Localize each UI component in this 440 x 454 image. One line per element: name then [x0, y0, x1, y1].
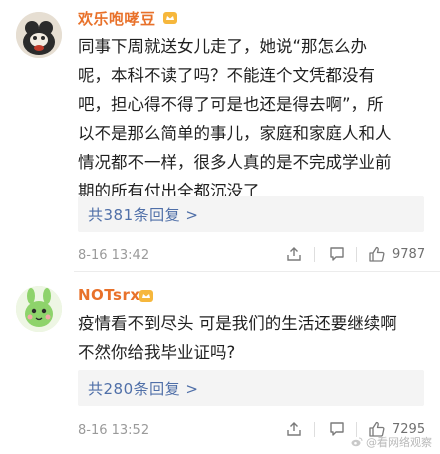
avatar[interactable] [16, 286, 62, 332]
comment-text-line: 吧，担心得不得了可是也还是得去啊”，所 [78, 95, 384, 114]
watermark-text: @看网络观察 [366, 436, 432, 449]
weibo-logo-icon [351, 437, 363, 447]
reply-summary[interactable]: 共280条回复 > [78, 370, 424, 406]
share-icon[interactable] [285, 245, 303, 263]
comment-text: 同事下周就送女儿走了，她说“那怎么办 呢，本科不读了吗？不能连个文凭都没有 吧，… [78, 32, 424, 206]
share-icon[interactable] [285, 420, 303, 438]
comment-item: NOTsrx 疫情看不到尽头 可是我们的生活还要继续啊 不然你给我毕业证吗? 共… [0, 272, 440, 454]
divider [314, 247, 315, 262]
username[interactable]: NOTsrx [78, 286, 141, 304]
comment-item: 欢乐咆哮豆 同事下周就送女儿走了，她说“那怎么办 呢，本科不读了吗？不能连个文凭… [0, 0, 440, 272]
like-count: 9787 [392, 247, 426, 262]
vip-crown-icon [138, 288, 154, 304]
comment-text-line: 疫情看不到尽头 可是我们的生活还要继续啊 [78, 314, 397, 333]
view-replies-link[interactable]: 共280条回复 > [88, 378, 198, 399]
view-replies-link[interactable]: 共381条回复 > [88, 204, 198, 225]
divider [314, 422, 315, 437]
avatar[interactable] [16, 12, 62, 58]
comment-icon[interactable] [328, 420, 346, 438]
comment-actions: 9787 [0, 245, 440, 265]
reply-summary[interactable]: 共381条回复 > [78, 196, 424, 232]
comment-icon[interactable] [328, 245, 346, 263]
divider [356, 247, 357, 262]
comment-text-line: 同事下周就送女儿走了，她说“那怎么办 [78, 37, 368, 56]
like-icon[interactable] [368, 245, 386, 263]
comment-text: 疫情看不到尽头 可是我们的生活还要继续啊 不然你给我毕业证吗? [78, 309, 424, 367]
comment-text-line: 以不是那么简单的事儿，家庭和家庭人和人 [78, 124, 392, 143]
comment-text-line: 呢，本科不读了吗？不能连个文凭都没有 [78, 66, 375, 85]
comment-text-line: 情况都不一样，很多人真的是不完成学业前 [78, 153, 392, 172]
vip-crown-icon [162, 10, 178, 26]
username[interactable]: 欢乐咆哮豆 [78, 8, 156, 29]
comment-text-line: 不然你给我毕业证吗? [78, 343, 236, 362]
watermark: @看网络观察 [351, 434, 432, 450]
